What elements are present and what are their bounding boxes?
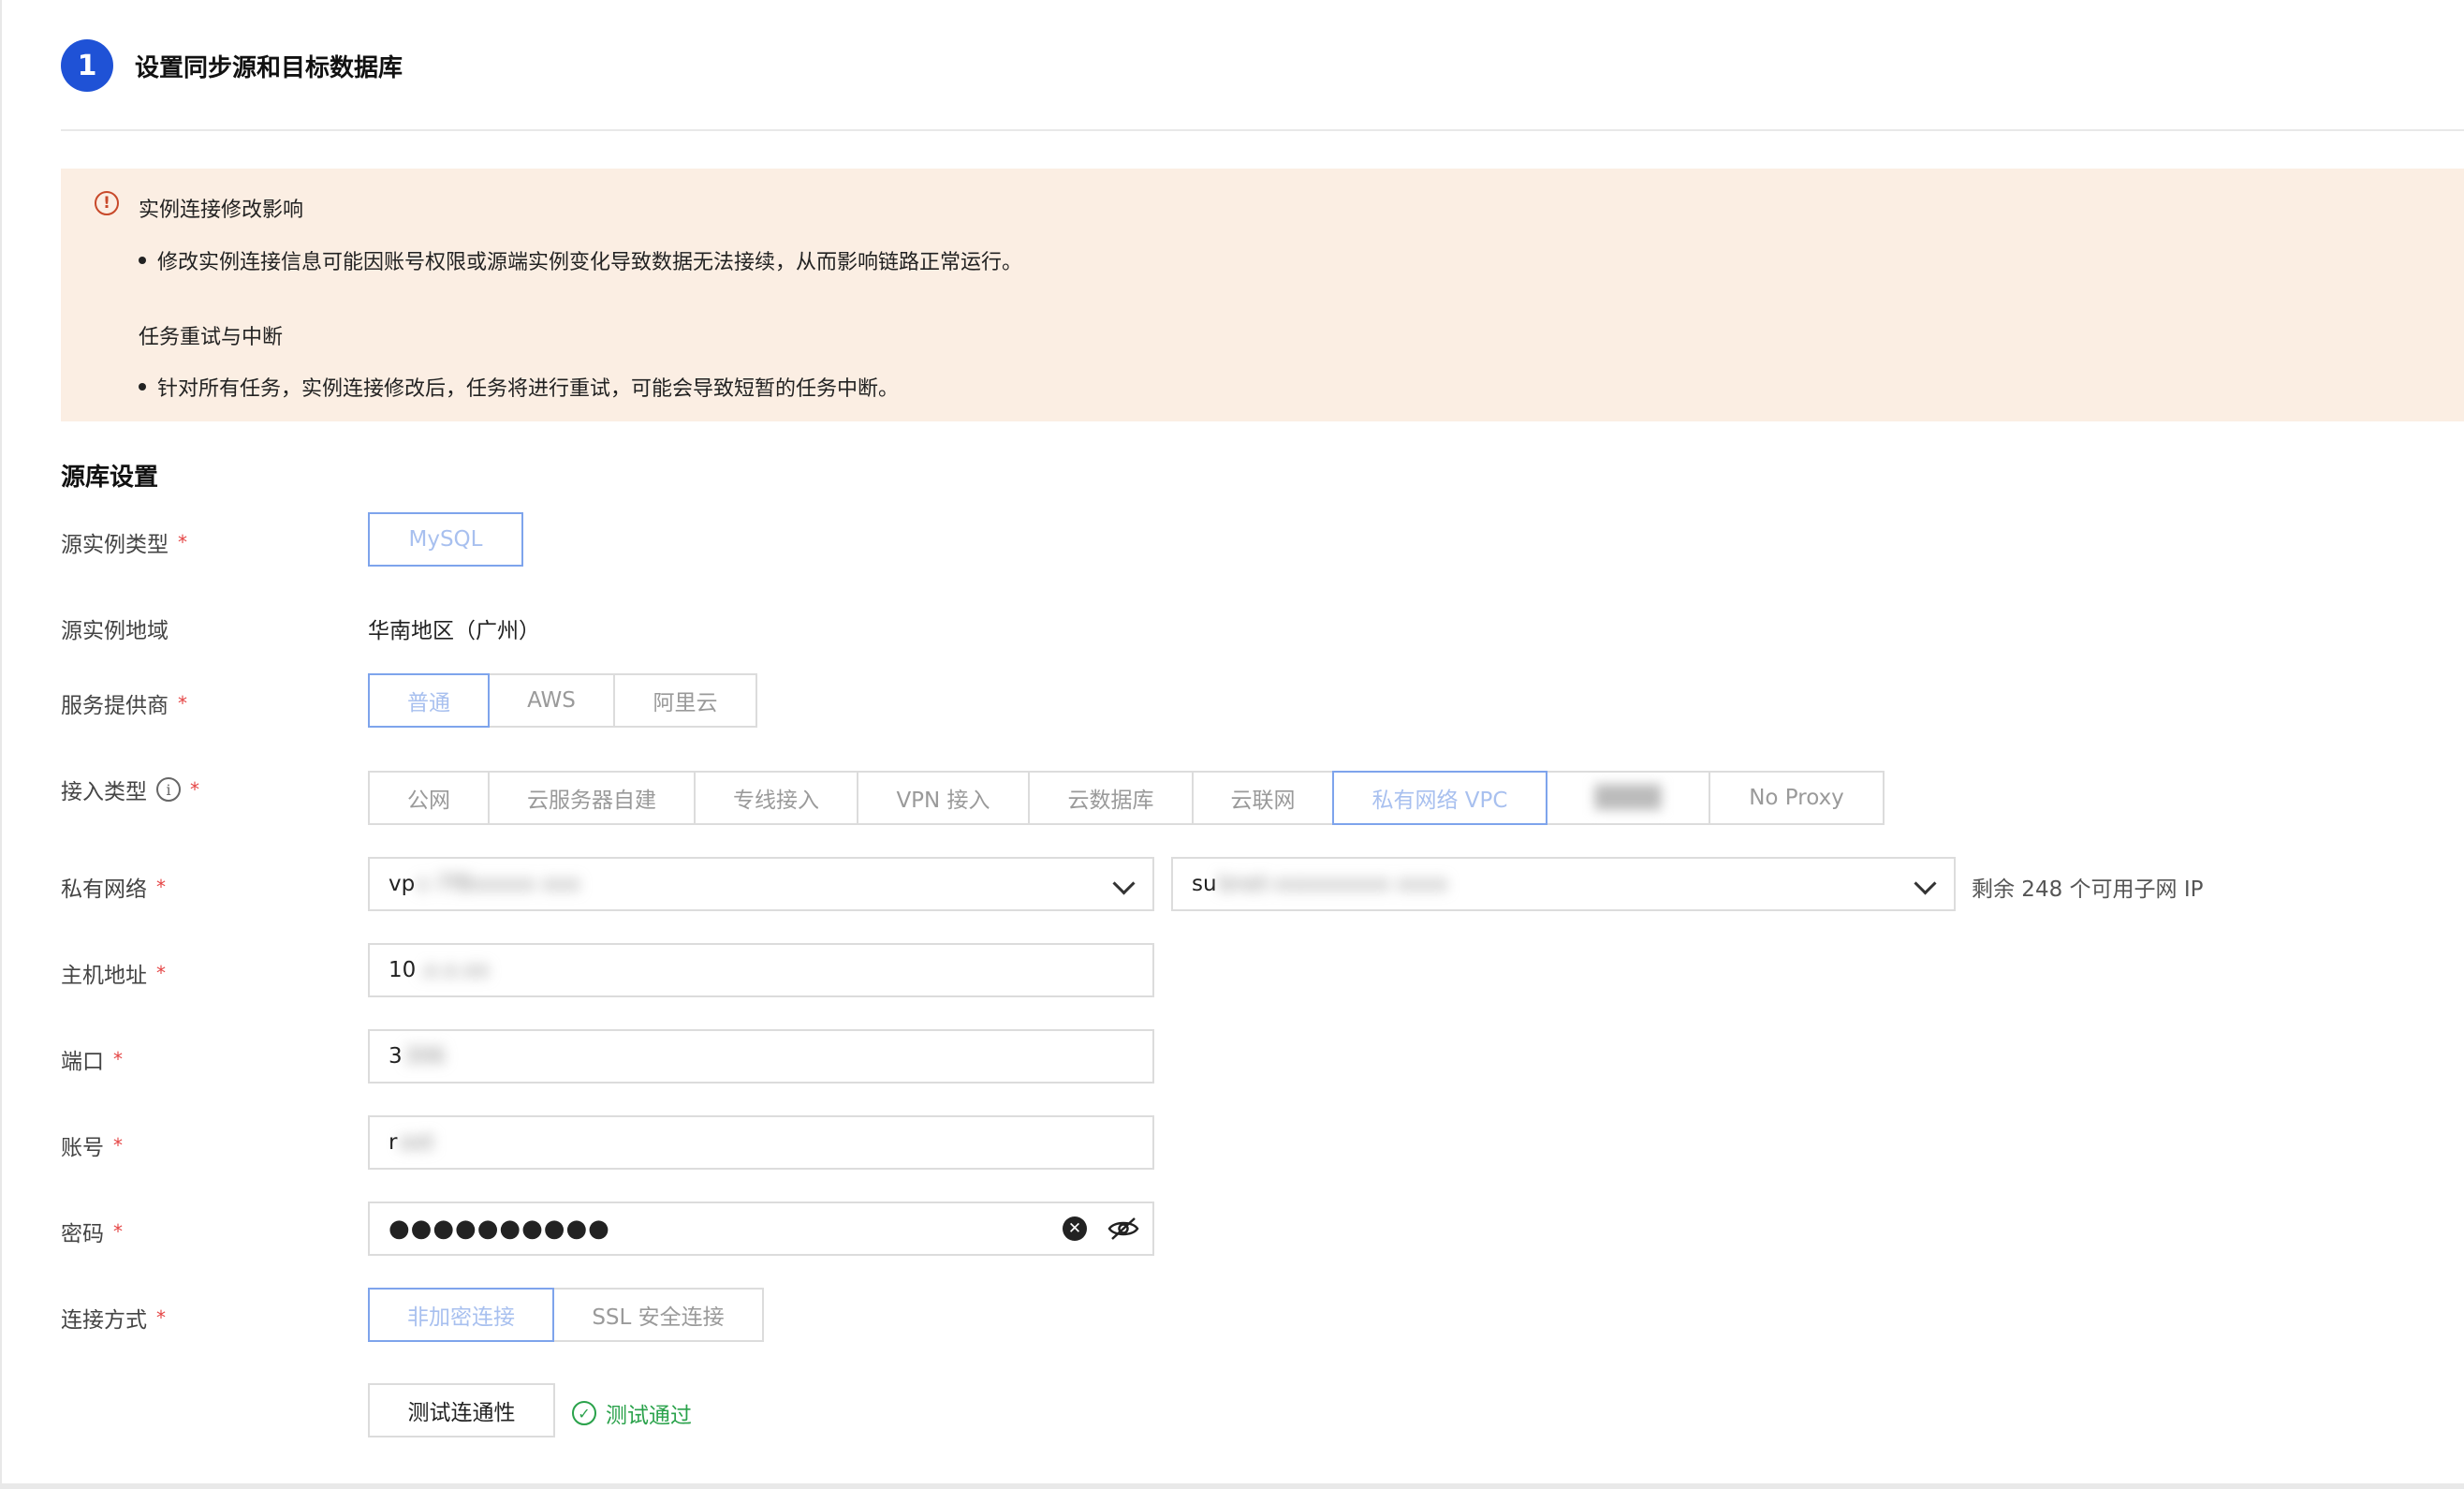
- region-label-text: 源实例地域: [61, 619, 169, 643]
- option-cloud-db[interactable]: 云数据库: [1028, 771, 1194, 825]
- password-actions: ✕: [1063, 1203, 1139, 1254]
- host-input-value: 10: [389, 958, 417, 982]
- required-mark: *: [178, 692, 187, 715]
- option-no-proxy[interactable]: No Proxy: [1709, 771, 1885, 825]
- chevron-down-icon: [1914, 872, 1937, 895]
- instance-type-label: 源实例类型 *: [61, 526, 187, 558]
- warning-icon: !: [95, 191, 119, 215]
- notice-title-1: 实例连接修改影响: [139, 199, 304, 222]
- vpc-label: 私有网络 *: [61, 871, 166, 903]
- host-label-text: 主机地址: [61, 964, 147, 988]
- access-type-selector: 公网 云服务器自建 专线接入 VPN 接入 云数据库 云联网 私有网络 VPC …: [368, 771, 1885, 825]
- conn-mode-label-text: 连接方式: [61, 1308, 147, 1333]
- password-input[interactable]: ●●●●●●●●●● ✕: [368, 1202, 1154, 1256]
- host-input[interactable]: 10 .x.x.xx: [368, 943, 1154, 997]
- option-cvm-self-built[interactable]: 云服务器自建: [488, 771, 696, 825]
- notice-item-1: 修改实例连接信息可能因账号权限或源端实例变化导致数据无法接续，从而影响链路正常运…: [139, 245, 1022, 275]
- chevron-down-icon: [1112, 872, 1136, 895]
- subnet-select[interactable]: su bnet-xxxxxxxxx xxxx: [1171, 857, 1956, 911]
- option-aliyun[interactable]: 阿里云: [613, 673, 757, 728]
- conn-mode-selector: 非加密连接 SSL 安全连接: [368, 1288, 764, 1342]
- eye-off-icon[interactable]: [1107, 1216, 1139, 1241]
- notice-banner: ! 实例连接修改影响 修改实例连接信息可能因账号权限或源端实例变化导致数据无法接…: [61, 169, 2464, 421]
- vpc-label-text: 私有网络: [61, 877, 147, 902]
- required-mark: *: [178, 531, 187, 553]
- provider-selector: 普通 AWS 阿里云: [368, 673, 757, 728]
- host-input-hidden: .x.x.xx: [418, 958, 490, 982]
- header-divider: [61, 129, 2464, 131]
- bottom-border: [0, 1483, 2464, 1489]
- step-number-badge: 1: [61, 39, 113, 92]
- option-vpn[interactable]: VPN 接入: [857, 771, 1030, 825]
- port-input-value: 3: [389, 1044, 403, 1069]
- eye-off-icon-svg: [1107, 1217, 1139, 1240]
- required-mark: *: [156, 1306, 166, 1329]
- notice-item-2: 针对所有任务，实例连接修改后，任务将进行重试，可能会导致短暂的任务中断。: [139, 372, 899, 402]
- port-input-hidden: 306: [403, 1044, 446, 1069]
- notice-item-2-text: 针对所有任务，实例连接修改后，任务将进行重试，可能会导致短暂的任务中断。: [157, 377, 900, 401]
- option-blurred-text: ████: [1594, 786, 1662, 810]
- conn-mode-label: 连接方式 *: [61, 1302, 166, 1334]
- test-result: ✓ 测试通过: [572, 1397, 692, 1429]
- required-mark: *: [156, 962, 166, 984]
- password-label-text: 密码: [61, 1222, 104, 1246]
- option-direct-connect[interactable]: 专线接入: [694, 771, 858, 825]
- account-label-text: 账号: [61, 1136, 104, 1160]
- subnet-select-value: su: [1192, 872, 1217, 896]
- provider-label-text: 服务提供商: [61, 694, 169, 718]
- required-mark: *: [113, 1134, 123, 1157]
- password-value: ●●●●●●●●●●: [389, 1215, 610, 1243]
- test-connectivity-button[interactable]: 测试连通性: [368, 1383, 555, 1437]
- required-mark: *: [156, 876, 166, 898]
- region-value: 华南地区（广州）: [368, 619, 540, 643]
- test-result-text: 测试通过: [606, 1404, 692, 1428]
- access-type-label-text: 接入类型: [61, 780, 147, 804]
- required-mark: *: [113, 1220, 123, 1243]
- port-label-text: 端口: [61, 1050, 104, 1074]
- account-input-value: r: [389, 1130, 398, 1155]
- notice-title-2: 任务重试与中断: [139, 326, 284, 349]
- subnet-ip-note: 剩余 248 个可用子网 IP: [1972, 877, 2204, 902]
- subnet-select-hidden: bnet-xxxxxxxxx xxxx: [1218, 872, 1448, 896]
- option-private-vpc[interactable]: 私有网络 VPC: [1332, 771, 1547, 825]
- bullet-icon: [139, 257, 146, 264]
- clear-icon[interactable]: ✕: [1063, 1216, 1087, 1241]
- notice-item-1-text: 修改实例连接信息可能因账号权限或源端实例变化导致数据无法接续，从而影响链路正常运…: [157, 251, 1023, 274]
- step-title: 设置同步源和目标数据库: [135, 53, 403, 82]
- account-input[interactable]: r oot: [368, 1115, 1154, 1170]
- required-mark: *: [113, 1048, 123, 1070]
- account-label: 账号 *: [61, 1129, 123, 1161]
- bullet-icon: [139, 383, 146, 391]
- step-header: 1 设置同步源和目标数据库: [61, 39, 403, 92]
- check-circle-icon: ✓: [572, 1401, 596, 1425]
- vpc-select-value: vp: [389, 872, 416, 896]
- region-label: 源实例地域: [61, 612, 169, 644]
- access-type-label: 接入类型 i *: [61, 774, 199, 805]
- account-input-hidden: oot: [399, 1130, 434, 1155]
- option-non-encrypted[interactable]: 非加密连接: [368, 1288, 554, 1342]
- host-label: 主机地址 *: [61, 957, 166, 989]
- vpc-select[interactable]: vp c-7f8xxxxx xxx: [368, 857, 1154, 911]
- vpc-select-hidden: c-7f8xxxxx xxx: [417, 872, 580, 896]
- password-label: 密码 *: [61, 1216, 123, 1247]
- option-blurred[interactable]: ████: [1546, 771, 1710, 825]
- option-ssl[interactable]: SSL 安全连接: [552, 1288, 764, 1342]
- option-normal[interactable]: 普通: [368, 673, 490, 728]
- option-mysql[interactable]: MySQL: [368, 512, 523, 567]
- info-icon[interactable]: i: [156, 777, 181, 802]
- option-ccn[interactable]: 云联网: [1192, 771, 1334, 825]
- port-label: 端口 *: [61, 1043, 123, 1075]
- required-mark: *: [190, 778, 199, 801]
- option-public[interactable]: 公网: [368, 771, 490, 825]
- option-aws[interactable]: AWS: [488, 673, 615, 728]
- port-input[interactable]: 3 306: [368, 1029, 1154, 1084]
- provider-label: 服务提供商 *: [61, 687, 187, 719]
- left-border: [0, 0, 2, 1489]
- instance-type-label-text: 源实例类型: [61, 533, 169, 557]
- section-title: 源库设置: [61, 464, 159, 492]
- instance-type-selector: MySQL: [368, 512, 523, 567]
